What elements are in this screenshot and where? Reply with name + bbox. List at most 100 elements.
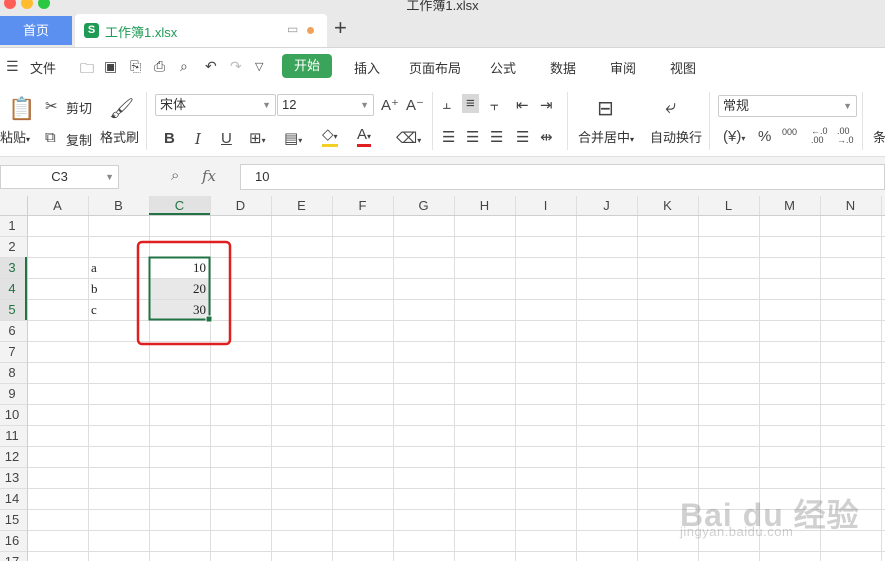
percent-button[interactable]: %	[758, 128, 771, 145]
eraser-icon[interactable]: ⌫▾	[396, 129, 421, 147]
thousands-button[interactable]: 000	[782, 127, 797, 137]
align-bottom-icon[interactable]: ⫟	[490, 97, 499, 114]
column-header-M[interactable]: M	[784, 198, 795, 213]
print-preview-icon[interactable]: ⌕	[180, 58, 188, 75]
font-grow-icon[interactable]: A⁺	[381, 96, 399, 114]
row-header-16[interactable]: 16	[5, 533, 19, 548]
row-header-15[interactable]: 15	[5, 512, 19, 527]
currency-icon[interactable]: (¥)▾	[723, 128, 745, 145]
indent-increase-icon[interactable]: ⇥	[540, 96, 553, 114]
undo-icon[interactable]: ↶	[205, 58, 217, 75]
row-header-7[interactable]: 7	[8, 344, 15, 359]
row-header-14[interactable]: 14	[5, 491, 19, 506]
paste-button[interactable]: 粘贴▾	[0, 127, 30, 146]
column-header-L[interactable]: L	[725, 198, 732, 213]
row-header-5[interactable]: 5	[8, 302, 15, 317]
font-name-select[interactable]: 宋体 ▼	[155, 94, 276, 116]
align-right-icon[interactable]: ☰	[490, 128, 503, 146]
save-icon[interactable]: ▣	[104, 58, 117, 75]
print-icon[interactable]: ⎙	[154, 58, 165, 75]
formula-input[interactable]: 10	[240, 164, 885, 190]
copy-button[interactable]: 复制	[66, 130, 92, 149]
cell-C3[interactable]: 10	[149, 260, 206, 276]
column-header-F[interactable]: F	[359, 198, 367, 213]
align-center-icon[interactable]: ☰	[466, 128, 479, 146]
italic-button[interactable]: I	[195, 130, 201, 148]
menu-formula[interactable]: 公式	[490, 58, 516, 77]
row-header-10[interactable]: 10	[5, 407, 19, 422]
format-painter-icon[interactable]: 🖌	[109, 96, 134, 121]
tab-workbook[interactable]: S 工作簿1.xlsx ▭	[75, 14, 327, 47]
menu-insert[interactable]: 插入	[354, 58, 380, 77]
menu-review[interactable]: 审阅	[610, 58, 636, 77]
merge-center-button[interactable]: 合并居中▾	[578, 127, 634, 146]
indent-decrease-icon[interactable]: ⇤	[516, 96, 529, 114]
row-header-3[interactable]: 3	[8, 260, 15, 275]
menu-data[interactable]: 数据	[550, 58, 576, 77]
conditional-format-button[interactable]: 条	[873, 127, 885, 146]
auto-wrap-icon[interactable]: ⤶	[665, 96, 676, 119]
increase-decimal-button[interactable]: ←.0 .00	[811, 127, 833, 145]
monitor-icon[interactable]: ▭	[287, 22, 298, 36]
row-header-2[interactable]: 2	[8, 239, 15, 254]
fill-color-icon[interactable]: ◇▾	[322, 127, 338, 147]
fx-icon[interactable]: fx	[202, 167, 216, 185]
auto-wrap-button[interactable]: 自动换行	[650, 127, 702, 146]
column-header-B[interactable]: B	[114, 198, 123, 213]
cell-B3[interactable]: a	[91, 260, 97, 276]
font-shrink-icon[interactable]: A⁻	[406, 96, 424, 114]
name-box[interactable]: C3 ▼	[0, 165, 119, 189]
row-header-9[interactable]: 9	[8, 386, 15, 401]
open-folder-icon[interactable]: 🗀	[80, 58, 94, 82]
align-middle-icon[interactable]: ≡	[462, 94, 479, 113]
hamburger-menu-icon[interactable]: ☰	[6, 58, 19, 75]
zoom-search-icon[interactable]: ⌕	[171, 167, 179, 184]
new-tab-button[interactable]: +	[334, 15, 347, 41]
column-header-I[interactable]: I	[544, 198, 548, 213]
align-top-icon[interactable]: ⫠	[442, 96, 451, 113]
row-header-12[interactable]: 12	[5, 449, 19, 464]
cell-B4[interactable]: b	[91, 281, 98, 297]
quick-access-dropdown-icon[interactable]: ▽	[255, 60, 263, 73]
column-header-N[interactable]: N	[846, 198, 855, 213]
column-header-E[interactable]: E	[297, 198, 306, 213]
align-left-icon[interactable]: ☰	[442, 128, 455, 146]
font-size-select[interactable]: 12 ▼	[277, 94, 374, 116]
column-header-D[interactable]: D	[236, 198, 245, 213]
row-header-1[interactable]: 1	[8, 218, 15, 233]
font-color-icon[interactable]: A▾	[357, 127, 372, 147]
row-header-13[interactable]: 13	[5, 470, 19, 485]
column-header-C[interactable]: C	[175, 198, 184, 213]
redo-icon[interactable]: ↷	[230, 58, 242, 75]
row-header-8[interactable]: 8	[8, 365, 15, 380]
menu-file[interactable]: 文件	[30, 58, 56, 77]
row-header-11[interactable]: 11	[5, 428, 19, 443]
cut-button[interactable]: 剪切	[66, 98, 92, 117]
column-header-J[interactable]: J	[603, 198, 610, 213]
cell-C4[interactable]: 20	[149, 281, 206, 297]
row-header-6[interactable]: 6	[8, 323, 15, 338]
borders-icon[interactable]: ⊞▾	[249, 129, 266, 147]
decrease-decimal-button[interactable]: .00 →.0	[837, 127, 859, 145]
cell-B5[interactable]: c	[91, 302, 97, 318]
menu-start[interactable]: 开始	[282, 54, 332, 78]
merge-center-icon[interactable]: ⊟	[597, 96, 614, 121]
format-painter-quick-icon[interactable]: ⎘	[130, 58, 141, 75]
row-header-17[interactable]: 17	[5, 554, 19, 561]
column-header-K[interactable]: K	[663, 198, 672, 213]
menu-view[interactable]: 视图	[670, 58, 696, 77]
cell-C5[interactable]: 30	[149, 302, 206, 318]
underline-button[interactable]: U	[221, 130, 232, 147]
cell-style-icon[interactable]: ▤▾	[284, 129, 302, 147]
tab-home[interactable]: 首页	[0, 16, 72, 45]
column-header-A[interactable]: A	[53, 198, 62, 213]
row-header-4[interactable]: 4	[8, 281, 15, 296]
number-format-select[interactable]: 常规 ▼	[718, 95, 857, 117]
distribute-icon[interactable]: ⇹	[540, 128, 553, 146]
column-header-H[interactable]: H	[480, 198, 489, 213]
format-painter-button[interactable]: 格式刷	[100, 127, 139, 146]
justify-icon[interactable]: ☰	[516, 128, 529, 146]
scissors-icon[interactable]: ✂	[45, 97, 58, 115]
paste-icon[interactable]: 📋	[8, 96, 35, 122]
bold-button[interactable]: B	[164, 130, 175, 147]
